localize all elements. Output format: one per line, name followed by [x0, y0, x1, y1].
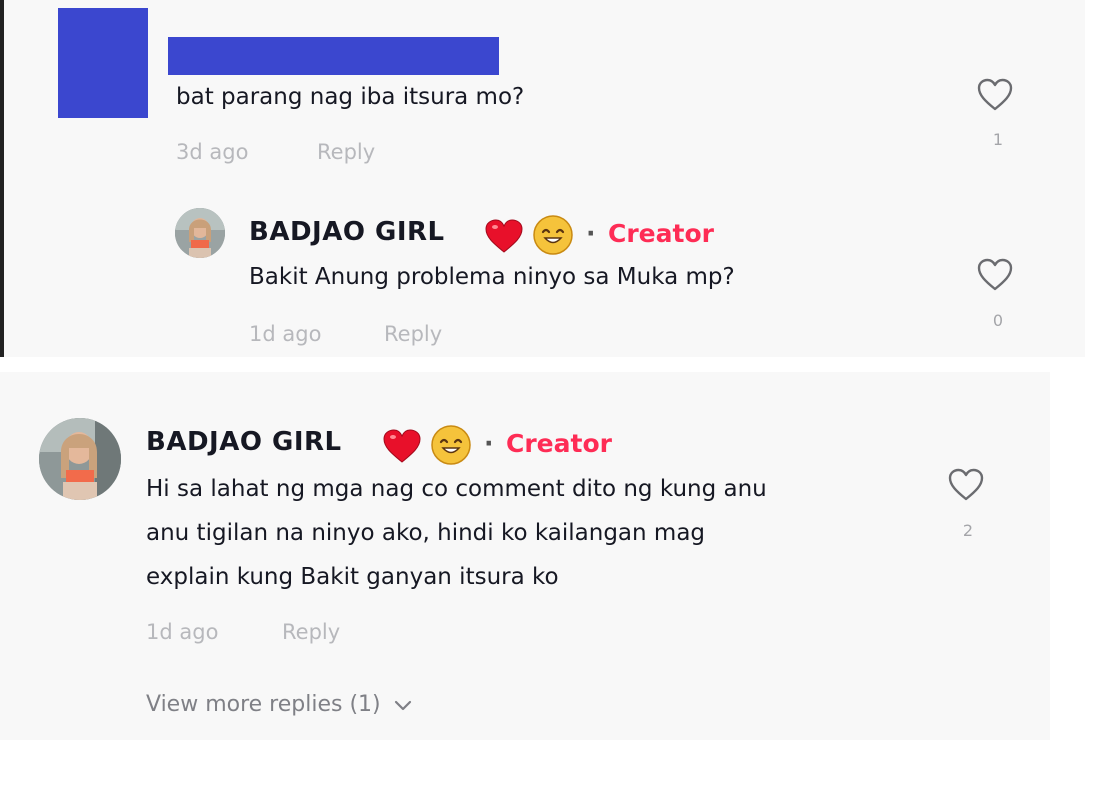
comment-text-line: anu tigilan na ninyo ako, hindi ko kaila… — [146, 520, 706, 546]
like-button[interactable] — [977, 258, 1013, 292]
smiling-face-emoji-icon — [430, 424, 472, 470]
chevron-down-icon — [394, 700, 411, 710]
comment-thread-bottom: BADJAO GIRL · Creator Hi sa lahat ng mga… — [0, 372, 1050, 740]
avatar[interactable] — [39, 418, 121, 500]
reply-age: 1d ago — [249, 322, 322, 346]
like-count: 2 — [962, 521, 974, 540]
like-count: 1 — [992, 130, 1004, 149]
heart-icon — [948, 468, 984, 501]
reply-button[interactable]: Reply — [317, 140, 375, 164]
comment-age: 3d ago — [176, 140, 249, 164]
separator-dot: · — [586, 219, 596, 248]
view-more-label: View more replies (1) — [146, 692, 381, 717]
reply-button[interactable]: Reply — [282, 620, 340, 644]
like-button[interactable] — [948, 468, 984, 502]
comment-age: 1d ago — [146, 620, 219, 644]
comment-thread-top: bat parang nag iba itsura mo? 3d ago Rep… — [0, 0, 1085, 357]
separator-dot: · — [484, 429, 494, 458]
like-count: 0 — [992, 311, 1004, 330]
heart-icon — [977, 258, 1013, 291]
reply-button[interactable]: Reply — [384, 322, 442, 346]
like-button[interactable] — [977, 78, 1013, 112]
avatar[interactable] — [175, 208, 225, 258]
username[interactable]: BADJAO GIRL — [249, 217, 445, 247]
comment-text-line: Hi sa lahat ng mga nag co comment dito n… — [146, 476, 767, 502]
creator-badge: Creator — [608, 219, 714, 248]
redacted-username — [168, 37, 499, 75]
thread-border — [0, 0, 4, 357]
username[interactable]: BADJAO GIRL — [146, 427, 342, 457]
comment-text-line: explain kung Bakit ganyan itsura ko — [146, 564, 559, 590]
redacted-avatar — [58, 8, 148, 118]
heart-emoji-icon — [382, 428, 422, 468]
heart-icon — [977, 78, 1013, 111]
reply-text: Bakit Anung problema ninyo sa Muka mp? — [249, 264, 735, 290]
avatar-image — [39, 418, 121, 500]
smiling-face-emoji-icon — [532, 214, 574, 260]
view-more-replies-button[interactable]: View more replies (1) — [146, 692, 413, 717]
comment-text: bat parang nag iba itsura mo? — [176, 84, 525, 110]
creator-badge: Creator — [506, 429, 612, 458]
avatar-image — [175, 208, 225, 258]
heart-emoji-icon — [484, 218, 524, 258]
